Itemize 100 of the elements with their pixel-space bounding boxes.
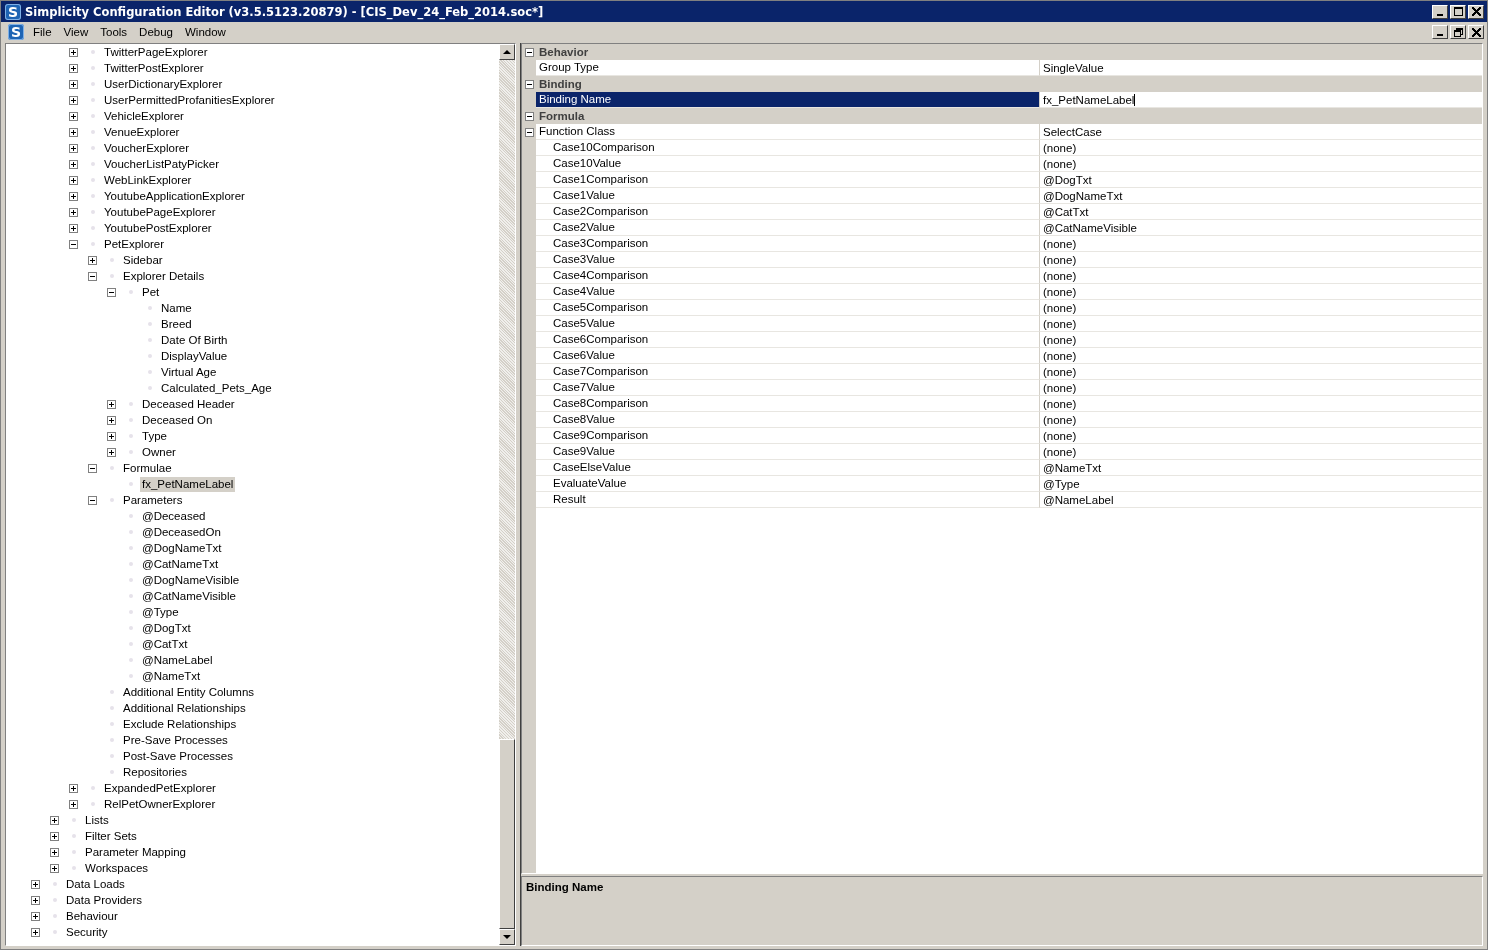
- tree-item[interactable]: VenueExplorer: [102, 124, 182, 140]
- property-value[interactable]: @NameTxt: [1043, 461, 1102, 474]
- close-button[interactable]: [1468, 4, 1484, 19]
- property-name[interactable]: Case5Comparison: [536, 300, 1040, 316]
- collapse-button[interactable]: [88, 463, 97, 473]
- collapse-button[interactable]: [88, 271, 97, 281]
- minimize-button[interactable]: [1432, 25, 1448, 39]
- tree-item[interactable]: @Type: [140, 604, 181, 620]
- tree-item[interactable]: Additional Entity Columns: [121, 684, 257, 700]
- tree-item[interactable]: @NameLabel: [140, 652, 215, 668]
- tree-item[interactable]: @DogNameTxt: [140, 540, 224, 556]
- scroll-up-button[interactable]: [499, 44, 515, 60]
- expand-button[interactable]: [69, 127, 78, 137]
- collapse-button[interactable]: [69, 239, 78, 249]
- tree-item[interactable]: Sidebar: [121, 252, 165, 268]
- collapse-button[interactable]: [524, 127, 534, 137]
- expand-button[interactable]: [69, 207, 78, 217]
- scrollbar-thumb[interactable]: [499, 739, 515, 929]
- tree-item[interactable]: Workspaces: [83, 860, 151, 876]
- property-value[interactable]: SelectCase: [1043, 125, 1102, 138]
- property-value[interactable]: (none): [1043, 317, 1077, 330]
- tree-item[interactable]: Exclude Relationships: [121, 716, 239, 732]
- collapse-button[interactable]: [524, 79, 534, 89]
- scrollbar[interactable]: [499, 44, 515, 945]
- property-value[interactable]: (none): [1043, 237, 1077, 250]
- expand-button[interactable]: [69, 159, 78, 169]
- expand-button[interactable]: [50, 847, 59, 857]
- expand-button[interactable]: [50, 815, 59, 825]
- tree-item[interactable]: ExpandedPetExplorer: [102, 780, 218, 796]
- property-value[interactable]: @Type: [1043, 477, 1080, 490]
- property-name[interactable]: Case2Value: [536, 220, 1040, 236]
- tree-item[interactable]: UserPermittedProfanitiesExplorer: [102, 92, 277, 108]
- property-name[interactable]: Case4Comparison: [536, 268, 1040, 284]
- property-name[interactable]: Case3Comparison: [536, 236, 1040, 252]
- property-name[interactable]: Case1Comparison: [536, 172, 1040, 188]
- tree-item[interactable]: Pet: [140, 284, 162, 300]
- property-value[interactable]: (none): [1043, 285, 1077, 298]
- restore-button[interactable]: [1450, 25, 1466, 39]
- tree-item[interactable]: Parameter Mapping: [83, 844, 188, 860]
- tree-item[interactable]: @NameTxt: [140, 668, 203, 684]
- tree-item[interactable]: @DeceasedOn: [140, 524, 223, 540]
- tree-item[interactable]: Name: [159, 300, 194, 316]
- collapse-button[interactable]: [524, 111, 534, 121]
- tree-item[interactable]: @CatNameVisible: [140, 588, 238, 604]
- expand-button[interactable]: [107, 447, 116, 457]
- document-icon[interactable]: S: [8, 24, 24, 40]
- expand-button[interactable]: [69, 79, 78, 89]
- menu-item[interactable]: Debug: [133, 25, 179, 39]
- expand-button[interactable]: [69, 143, 78, 153]
- tree-item[interactable]: Owner: [140, 444, 178, 460]
- expand-button[interactable]: [69, 191, 78, 201]
- tree-item[interactable]: Type: [140, 428, 169, 444]
- tree-item[interactable]: Virtual Age: [159, 364, 219, 380]
- menu-item[interactable]: Tools: [94, 25, 134, 39]
- tree-item[interactable]: Parameters: [121, 492, 185, 508]
- tree-item[interactable]: RelPetOwnerExplorer: [102, 796, 218, 812]
- tree-item[interactable]: TwitterPostExplorer: [102, 60, 206, 76]
- tree-item[interactable]: Repositories: [121, 764, 189, 780]
- tree-item[interactable]: Behaviour: [64, 908, 120, 924]
- property-name[interactable]: Case7Comparison: [536, 364, 1040, 380]
- expand-button[interactable]: [69, 47, 78, 57]
- tree-item[interactable]: TwitterPageExplorer: [102, 44, 210, 60]
- tree-item[interactable]: YoutubeApplicationExplorer: [102, 188, 247, 204]
- expand-button[interactable]: [31, 895, 40, 905]
- collapse-button[interactable]: [107, 287, 116, 297]
- tree-item[interactable]: Data Providers: [64, 892, 145, 908]
- tree-item[interactable]: Explorer Details: [121, 268, 207, 284]
- expand-button[interactable]: [107, 415, 116, 425]
- property-value[interactable]: (none): [1043, 141, 1077, 154]
- expand-button[interactable]: [31, 911, 40, 921]
- property-name[interactable]: EvaluateValue: [536, 476, 1040, 492]
- tree-item[interactable]: Lists: [83, 812, 111, 828]
- property-value[interactable]: fx_PetNameLabel: [1043, 93, 1135, 106]
- expand-button[interactable]: [31, 879, 40, 889]
- collapse-button[interactable]: [524, 47, 534, 57]
- menu-item[interactable]: File: [27, 25, 58, 39]
- property-value[interactable]: (none): [1043, 381, 1077, 394]
- expand-button[interactable]: [50, 831, 59, 841]
- property-value[interactable]: (none): [1043, 413, 1077, 426]
- tree-item[interactable]: Security: [64, 924, 110, 940]
- property-name[interactable]: Case7Value: [536, 380, 1040, 396]
- expand-button[interactable]: [69, 783, 78, 793]
- tree-item[interactable]: Date Of Birth: [159, 332, 230, 348]
- expand-button[interactable]: [69, 223, 78, 233]
- property-name[interactable]: Case8Value: [536, 412, 1040, 428]
- expand-button[interactable]: [107, 399, 116, 409]
- maximize-button[interactable]: [1450, 4, 1466, 19]
- property-value[interactable]: @DogTxt: [1043, 173, 1092, 186]
- tree-item[interactable]: fx_PetNameLabel: [140, 476, 236, 492]
- tree-item[interactable]: Breed: [159, 316, 194, 332]
- tree-item[interactable]: Filter Sets: [83, 828, 139, 844]
- property-name[interactable]: Case8Comparison: [536, 396, 1040, 412]
- property-value[interactable]: (none): [1043, 269, 1077, 282]
- property-value[interactable]: (none): [1043, 349, 1077, 362]
- property-name[interactable]: Case2Comparison: [536, 204, 1040, 220]
- close-button[interactable]: [1468, 25, 1484, 39]
- expand-button[interactable]: [50, 863, 59, 873]
- property-name[interactable]: Case6Comparison: [536, 332, 1040, 348]
- property-name[interactable]: Result: [536, 492, 1040, 508]
- expand-button[interactable]: [69, 111, 78, 121]
